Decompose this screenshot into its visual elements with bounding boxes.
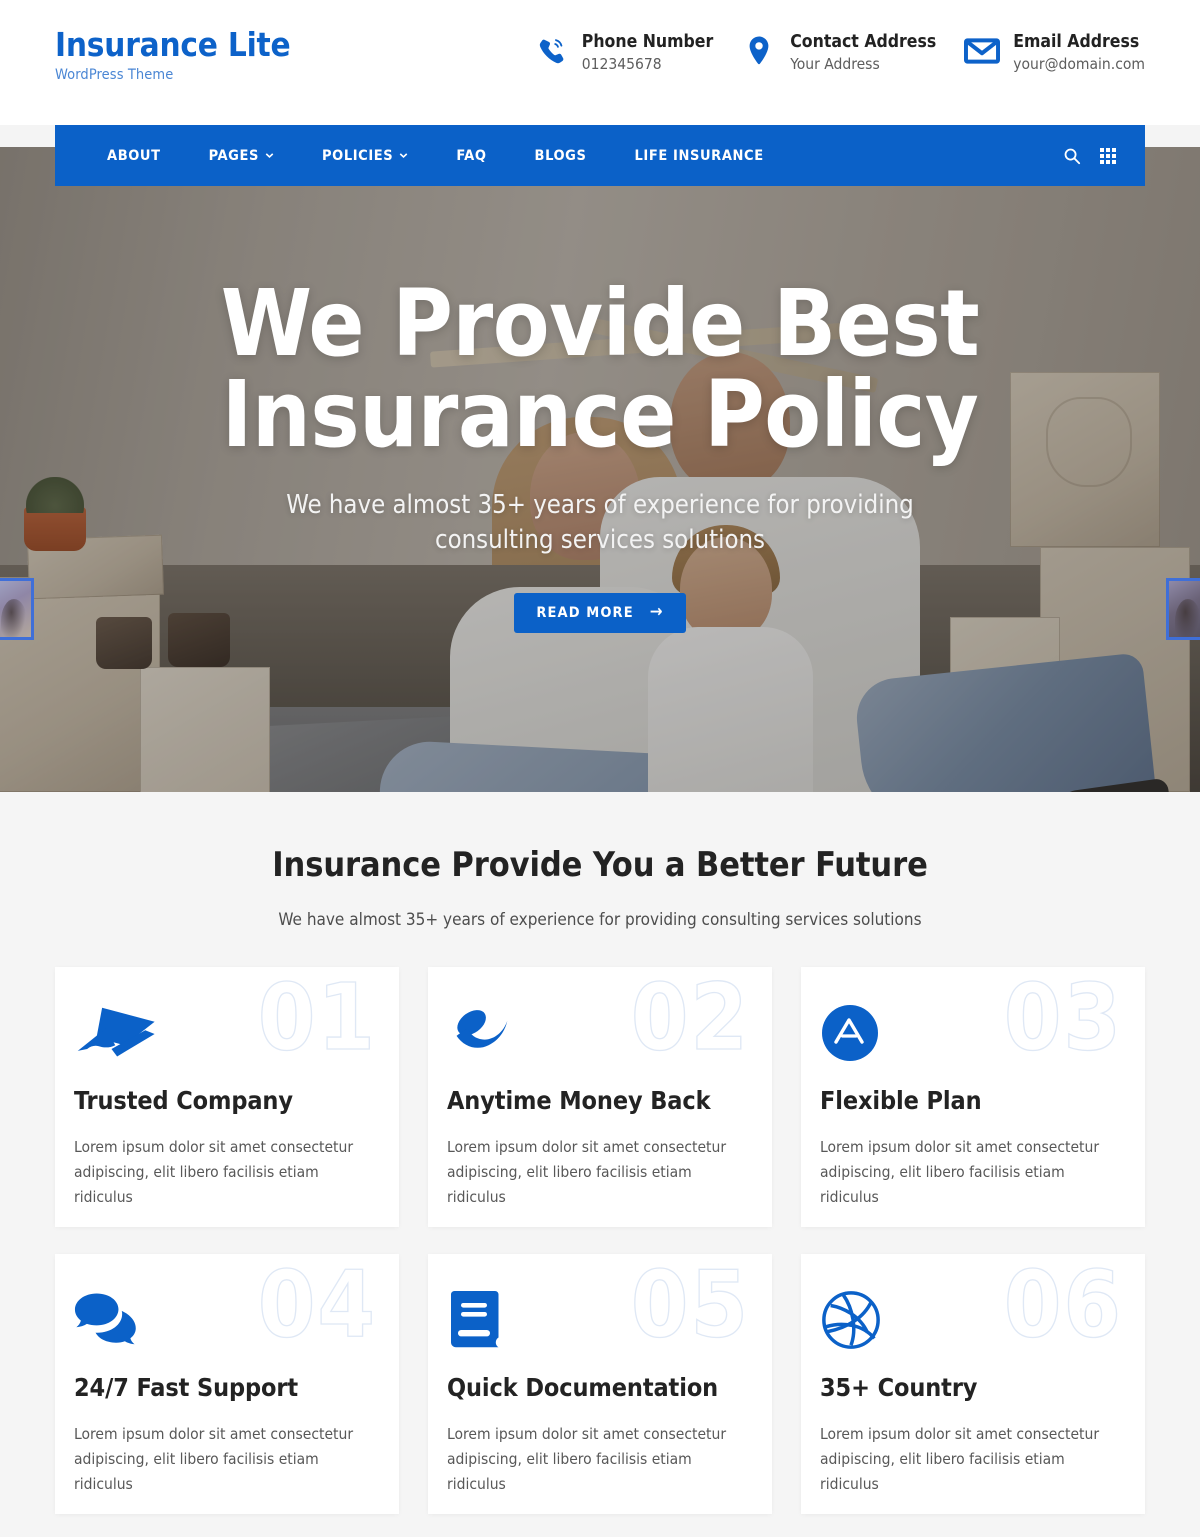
nav-label-faq: FAQ (456, 147, 487, 164)
hero-slider: We Provide Best Insurance Policy We have… (0, 147, 1200, 792)
features-card-grid: 01 Trusted Company Lorem ipsum dolor sit… (55, 967, 1145, 1514)
feature-card-title: Flexible Plan (820, 1086, 982, 1115)
feature-card-title: Quick Documentation (447, 1373, 719, 1402)
grid-menu-glyph (1100, 147, 1116, 164)
feature-card-text: Lorem ipsum dolor sit amet consectetur a… (820, 1138, 1100, 1207)
feature-card-title: 35+ Country (820, 1373, 978, 1402)
contact-value-email[interactable]: your@domain.com (1013, 54, 1145, 75)
contact-item-email[interactable]: Email Address your@domain.com (964, 31, 1145, 75)
feature-card-number: 01 (257, 967, 377, 1071)
read-more-button[interactable]: READ MORE → (514, 592, 686, 633)
hero-subtitle: We have almost 35+ years of experience f… (286, 490, 914, 556)
feature-card-quick-documentation[interactable]: 05 Quick Documentation Lorem ipsum dolor… (428, 1254, 772, 1514)
contact-item-phone[interactable]: Phone Number 012345678 (533, 31, 713, 75)
next-slide-thumbnail-image (1169, 581, 1200, 637)
feature-card-number: 05 (630, 1254, 750, 1358)
nav-label-pages: PAGES (208, 147, 259, 164)
features-heading-block: Insurance Provide You a Better Future We… (0, 792, 1200, 930)
nav-item-blogs[interactable]: BLOGS (511, 125, 611, 186)
nav-item-pages[interactable]: PAGES (185, 125, 298, 186)
features-section: Insurance Provide You a Better Future We… (0, 792, 1200, 1537)
chevron-down-icon (265, 153, 274, 159)
feature-card-title: Trusted Company (74, 1086, 293, 1115)
feature-card-number: 06 (1003, 1254, 1123, 1358)
read-more-label: READ MORE (536, 604, 634, 621)
feature-card-fast-support[interactable]: 04 24/7 Fast Support Lorem ipsum dolor s… (55, 1254, 399, 1514)
nav-label-life-insurance: LIFE INSURANCE (634, 147, 764, 164)
feature-card-number: 02 (630, 967, 750, 1071)
search-icon[interactable] (1061, 145, 1083, 167)
hero-title: We Provide Best Insurance Policy (221, 278, 980, 461)
nav-label-blogs: BLOGS (534, 147, 587, 164)
feature-card-flexible-plan[interactable]: 03 Flexible Plan Lorem ipsum dolor sit a… (801, 967, 1145, 1227)
contact-value-phone[interactable]: 012345678 (582, 54, 713, 75)
site-tagline: WordPress Theme (55, 66, 174, 83)
map-marker-icon (741, 31, 777, 71)
site-title[interactable]: Insurance Lite (55, 27, 291, 63)
feature-card-country-count[interactable]: 06 35+ Country Lorem ipsum dolor sit ame… (801, 1254, 1145, 1514)
nav-label-policies: POLICIES (321, 147, 394, 164)
site-branding[interactable]: Insurance Lite WordPress Theme (55, 27, 291, 83)
nav-menu: ABOUT PAGES POLICIES FAQ BLOGS LIFE INSU… (55, 125, 788, 186)
page-root: Insurance Lite WordPress Theme Phone Num… (0, 0, 1200, 1537)
nav-item-life-insurance[interactable]: LIFE INSURANCE (610, 125, 787, 186)
next-slide-thumbnail[interactable] (1166, 578, 1200, 640)
features-title: Insurance Provide You a Better Future (272, 845, 928, 885)
primary-navigation: ABOUT PAGES POLICIES FAQ BLOGS LIFE INSU… (55, 125, 1145, 186)
nav-item-about[interactable]: ABOUT (83, 125, 185, 186)
prev-slide-thumbnail-image (0, 581, 31, 637)
contact-label-email: Email Address (1013, 32, 1140, 52)
envelope-icon (964, 31, 1001, 71)
contact-label-phone: Phone Number (581, 32, 714, 52)
nav-actions (1061, 145, 1145, 167)
contact-value-address: Your Address (790, 54, 880, 73)
feature-card-text: Lorem ipsum dolor sit amet consectetur a… (74, 1138, 354, 1207)
feature-card-text: Lorem ipsum dolor sit amet consectetur a… (820, 1425, 1100, 1494)
hero-title-line-2: Insurance Policy (221, 361, 979, 469)
feature-card-text: Lorem ipsum dolor sit amet consectetur a… (447, 1138, 727, 1207)
feature-card-number: 04 (257, 1254, 377, 1358)
prev-slide-thumbnail[interactable] (0, 578, 34, 640)
header-contact-group: Phone Number 012345678 Contact Address Y… (533, 31, 1145, 75)
features-subtitle: We have almost 35+ years of experience f… (278, 910, 922, 930)
feature-card-text: Lorem ipsum dolor sit amet consectetur a… (447, 1425, 727, 1494)
nav-item-policies[interactable]: POLICIES (298, 125, 432, 186)
feature-card-trusted-company[interactable]: 01 Trusted Company Lorem ipsum dolor sit… (55, 967, 399, 1227)
contact-item-address[interactable]: Contact Address Your Address (741, 31, 936, 75)
arrow-right-icon: → (649, 602, 664, 623)
chevron-down-icon (400, 153, 408, 159)
site-header: Insurance Lite WordPress Theme Phone Num… (0, 0, 1200, 125)
nav-item-faq[interactable]: FAQ (432, 125, 510, 186)
phone-icon (533, 31, 569, 71)
hero-content: We Provide Best Insurance Policy We have… (0, 147, 1200, 792)
feature-card-number: 03 (1003, 967, 1123, 1071)
feature-card-title: Anytime Money Back (447, 1086, 711, 1115)
feature-card-anytime-money-back[interactable]: 02 Anytime Money Back Lorem ipsum dolor … (428, 967, 772, 1227)
grid-menu-icon[interactable] (1097, 145, 1119, 167)
feature-card-text: Lorem ipsum dolor sit amet consectetur a… (74, 1425, 354, 1494)
nav-label-about: ABOUT (107, 147, 161, 164)
contact-label-address: Contact Address (790, 32, 937, 52)
feature-card-title: 24/7 Fast Support (74, 1373, 299, 1402)
